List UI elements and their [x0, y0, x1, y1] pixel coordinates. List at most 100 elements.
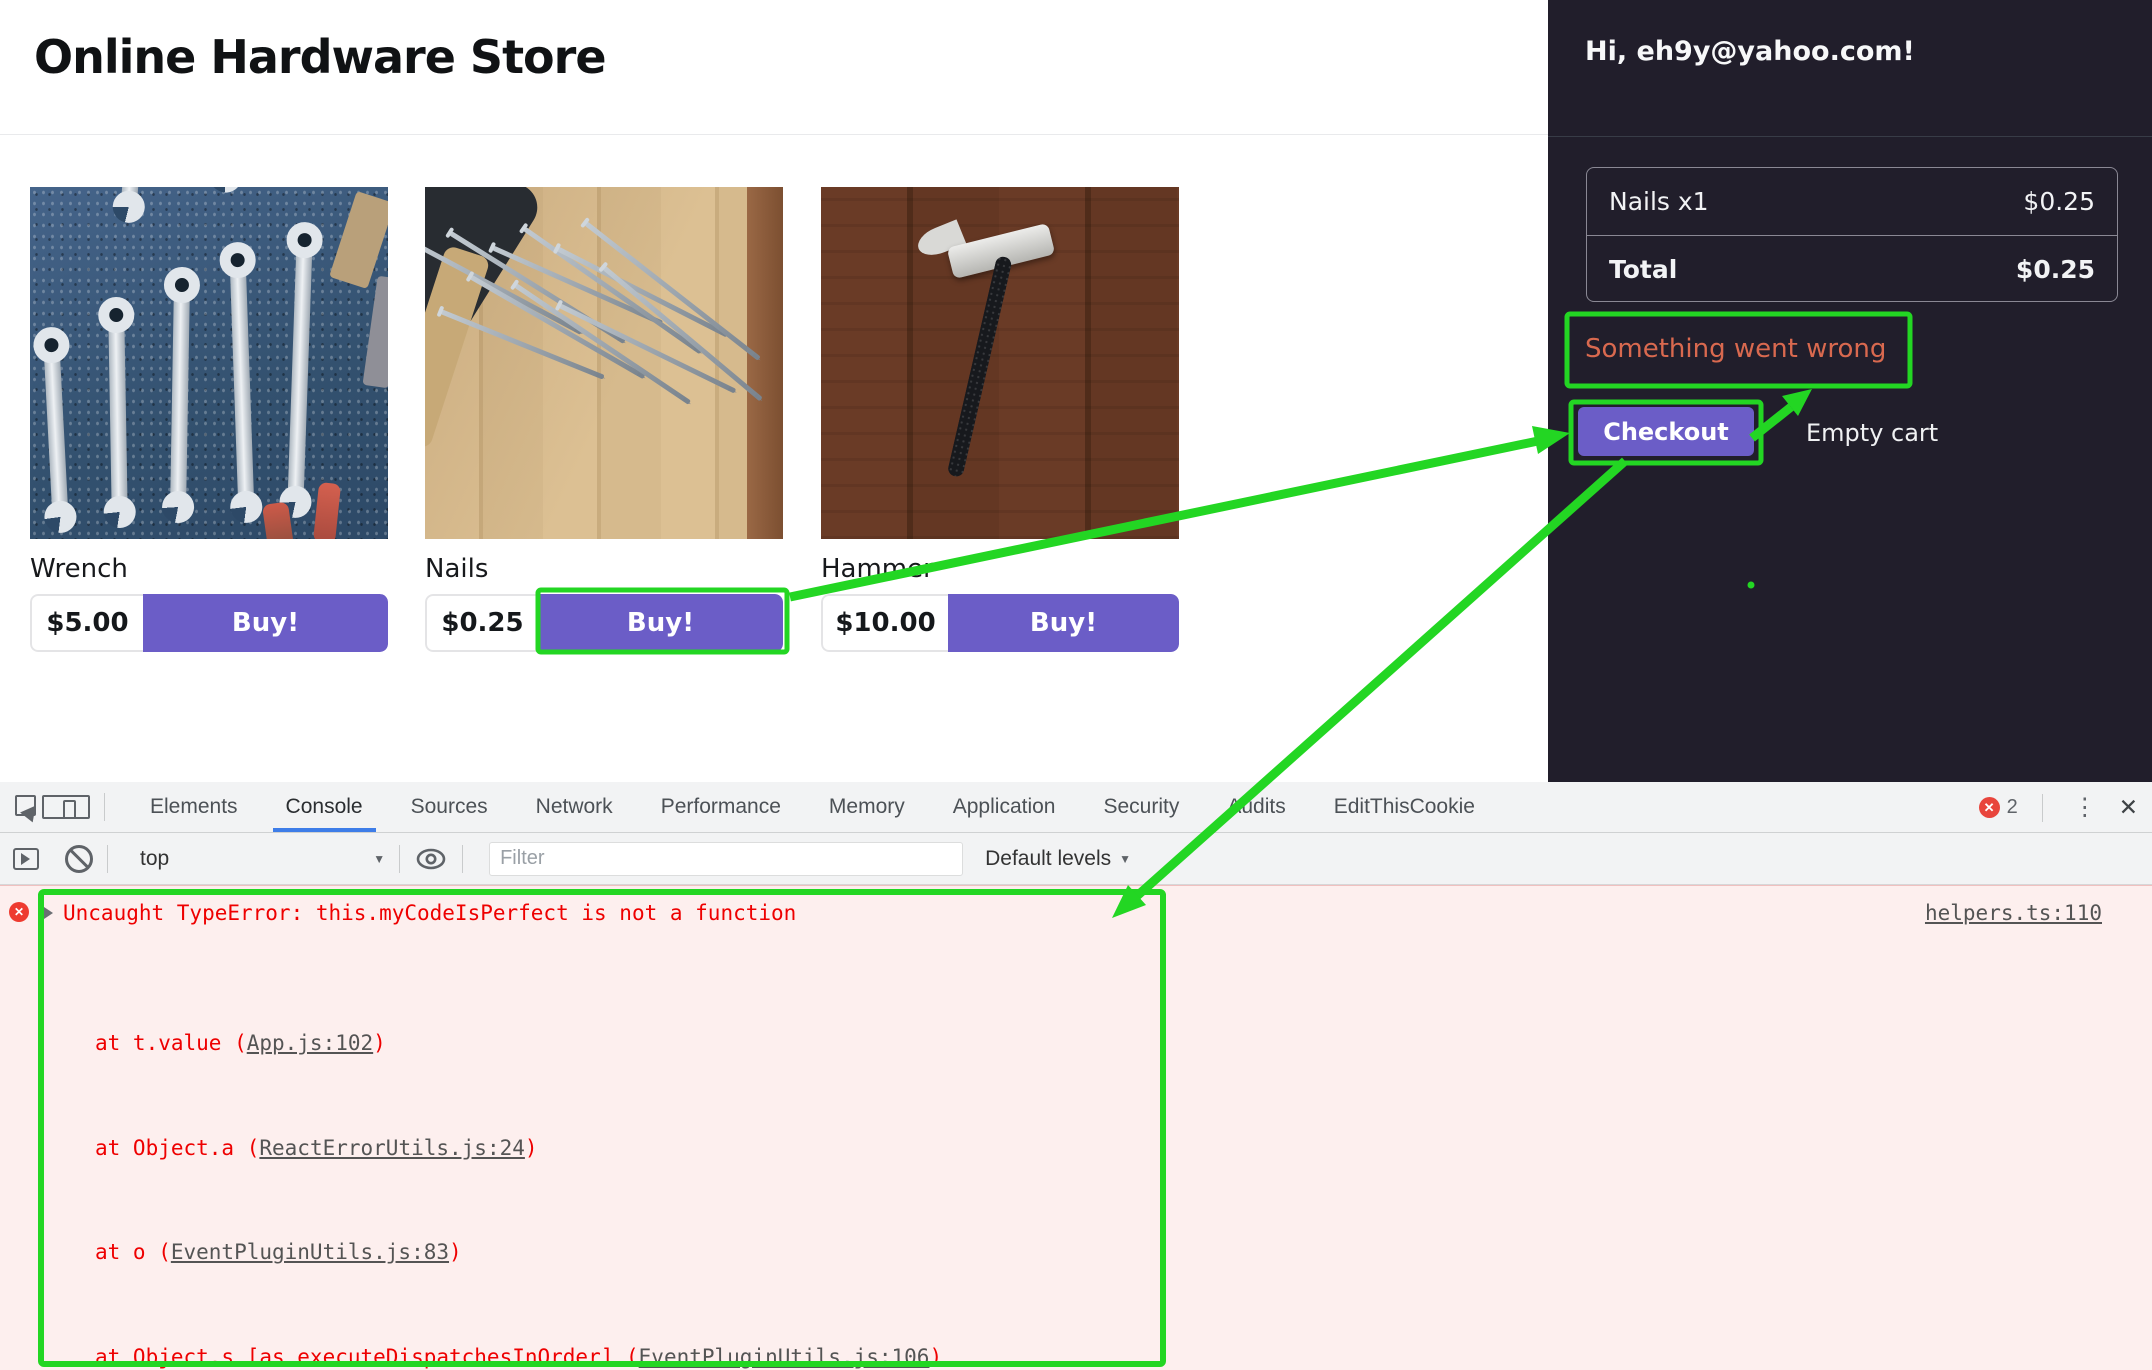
storefront: Online Hardware Store Wrench $5.00 Buy! — [0, 0, 1548, 782]
log-levels-dropdown[interactable]: Default levels — [985, 847, 1111, 871]
cart-item-price: $0.25 — [2023, 187, 2095, 216]
product-image-nails — [425, 187, 783, 539]
tab-sources[interactable]: Sources — [398, 782, 501, 832]
stack-frame-text: ) — [449, 1240, 462, 1264]
stack-source-link[interactable]: EventPluginUtils.js:83 — [171, 1240, 449, 1264]
stack-frame-text: ) — [373, 1031, 386, 1055]
console-toolbar: top ▼ Default levels ▼ — [0, 833, 2152, 885]
stack-frame-text: at t.value ( — [95, 1031, 247, 1055]
header-divider — [0, 134, 1548, 135]
tab-audits[interactable]: Audits — [1214, 782, 1298, 832]
stack-frame-text: at Object.a ( — [95, 1136, 259, 1160]
product-pricebar-wrench: $5.00 Buy! — [30, 594, 388, 652]
stack-frame-line: at o (EventPluginUtils.js:83) — [95, 1239, 1056, 1265]
product-image-wrench — [30, 187, 388, 539]
product-price-wrench: $5.00 — [30, 594, 143, 652]
illustration-shape — [470, 275, 646, 379]
disclosure-triangle-icon[interactable] — [44, 907, 53, 919]
buy-button-nails[interactable]: Buy! — [538, 594, 783, 652]
empty-cart-link[interactable]: Empty cart — [1806, 419, 1938, 447]
buy-button-hammer[interactable]: Buy! — [948, 594, 1179, 652]
illustration-shape — [947, 255, 1013, 478]
stack-frame-text: at o ( — [95, 1240, 171, 1264]
illustration-shape — [557, 247, 729, 338]
checkout-error-message: Something went wrong — [1585, 334, 1886, 364]
stack-source-link[interactable]: EventPluginUtils.js:106 — [639, 1345, 930, 1369]
tab-elements[interactable]: Elements — [137, 782, 251, 832]
toolbar-divider — [2042, 794, 2043, 822]
illustration-shape — [170, 297, 189, 497]
filter-input[interactable] — [489, 842, 963, 876]
cart-line-item: Nails x1 $0.25 — [1587, 168, 2117, 235]
checkout-button[interactable]: Checkout — [1578, 407, 1754, 456]
devtools-panel: Elements Console Sources Network Perform… — [0, 782, 2152, 1370]
error-badge-icon[interactable]: ✕ — [1979, 797, 2000, 818]
devtools-tabbar: Elements Console Sources Network Perform… — [0, 782, 2152, 833]
chevron-down-icon[interactable]: ▼ — [1119, 852, 1131, 866]
stack-frame-line: at Object.a (ReactErrorUtils.js:24) — [95, 1135, 1056, 1161]
stack-frame-text: at Object.s [as executeDispatchesInOrder… — [95, 1345, 639, 1369]
product-pricebar-hammer: $10.00 Buy! — [821, 594, 1179, 652]
illustration-shape — [313, 482, 341, 539]
illustration-shape — [329, 191, 388, 289]
illustration-shape — [440, 309, 604, 379]
product-name-hammer: Hammer — [821, 554, 934, 584]
toolbar-divider — [462, 845, 463, 873]
illustration-shape — [230, 272, 254, 497]
console-stack-trace: at t.value (App.js:102) at Object.a (Rea… — [95, 926, 1056, 1370]
chevron-down-icon[interactable]: ▼ — [373, 852, 385, 866]
illustration-shape — [121, 187, 146, 197]
stack-source-link[interactable]: ReactErrorUtils.js:24 — [259, 1136, 525, 1160]
eye-icon[interactable] — [416, 848, 446, 870]
illustration-shape — [108, 327, 127, 502]
clear-console-icon[interactable] — [65, 845, 93, 873]
illustration-shape — [63, 800, 76, 819]
user-greeting: Hi, eh9y@yahoo.com! — [1585, 36, 1915, 67]
console-sidebar-icon[interactable] — [13, 848, 39, 870]
devtools-tabs: Elements Console Sources Network Perform… — [137, 782, 1488, 832]
stack-frame-text: ) — [929, 1345, 942, 1369]
console-log-area[interactable]: ✕ Uncaught TypeError: this.myCodeIsPerfe… — [0, 885, 2152, 1370]
console-error-title: Uncaught TypeError: this.myCodeIsPerfect… — [63, 900, 796, 926]
illustration-shape — [747, 187, 783, 539]
error-icon: ✕ — [9, 902, 29, 922]
tab-security[interactable]: Security — [1090, 782, 1192, 832]
error-count: 2 — [2007, 796, 2018, 819]
tab-network[interactable]: Network — [523, 782, 626, 832]
tab-console[interactable]: Console — [273, 782, 376, 832]
screen: Online Hardware Store Wrench $5.00 Buy! — [0, 0, 2152, 1370]
product-pricebar-nails: $0.25 Buy! — [425, 594, 783, 652]
context-selector[interactable]: top — [140, 847, 169, 871]
page-title: Online Hardware Store — [34, 30, 606, 84]
cart-total-row: Total $0.25 — [1587, 235, 2117, 303]
illustration-shape — [602, 266, 762, 402]
stack-frame-line: at Object.s [as executeDispatchesInOrder… — [95, 1344, 1056, 1370]
stack-frame-line: at t.value (App.js:102) — [95, 1030, 1056, 1056]
console-source-link[interactable]: helpers.ts:110 — [1925, 901, 2102, 925]
cart-summary-table: Nails x1 $0.25 Total $0.25 — [1586, 167, 2118, 302]
stack-source-link[interactable]: App.js:102 — [247, 1031, 373, 1055]
cart-item-label: Nails x1 — [1609, 187, 1709, 216]
toolbar-divider — [107, 845, 108, 873]
product-name-nails: Nails — [425, 554, 488, 584]
inspect-element-icon[interactable] — [15, 795, 39, 819]
buy-button-wrench[interactable]: Buy! — [143, 594, 388, 652]
tab-memory[interactable]: Memory — [816, 782, 918, 832]
toolbar-divider — [104, 793, 105, 821]
toolbar-divider — [399, 845, 400, 873]
panel-divider — [1548, 136, 2152, 137]
device-toolbar-icon[interactable] — [63, 795, 90, 819]
kebab-menu-icon[interactable]: ⋮ — [2073, 793, 2097, 822]
product-price-nails: $0.25 — [425, 594, 538, 652]
illustration-shape — [288, 252, 312, 492]
close-icon[interactable]: ✕ — [2119, 794, 2138, 821]
illustration-shape — [44, 357, 68, 508]
tab-performance[interactable]: Performance — [648, 782, 794, 832]
cart-total-value: $0.25 — [2016, 255, 2095, 284]
product-image-hammer — [821, 187, 1179, 539]
product-price-hammer: $10.00 — [821, 594, 948, 652]
tab-application[interactable]: Application — [940, 782, 1069, 832]
illustration-shape — [362, 276, 388, 389]
tab-editthiscookie[interactable]: EditThisCookie — [1321, 782, 1488, 832]
stack-frame-text: ) — [525, 1136, 538, 1160]
